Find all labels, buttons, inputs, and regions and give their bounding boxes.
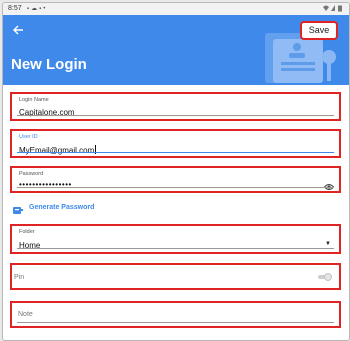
app-header: New Login Save bbox=[3, 15, 349, 85]
login-name-field[interactable]: Login Name Capitalone.com bbox=[10, 92, 341, 121]
folder-label: Folder bbox=[19, 229, 35, 235]
pin-toggle[interactable] bbox=[318, 273, 332, 281]
note-field[interactable]: Note bbox=[10, 301, 341, 328]
pin-label: Pin bbox=[14, 274, 25, 281]
user-id-value: MyEmail@gmail.com bbox=[19, 146, 95, 155]
system-icons bbox=[322, 4, 344, 14]
app-screen: 8:57 ▪☁▪• New Login Save Login Name Capi… bbox=[2, 2, 350, 341]
user-id-label: User ID bbox=[19, 134, 38, 140]
field-underline bbox=[17, 187, 334, 188]
toggle-knob bbox=[324, 273, 332, 281]
save-button[interactable]: Save bbox=[300, 21, 338, 40]
page-title: New Login bbox=[11, 56, 87, 73]
field-underline bbox=[17, 248, 334, 249]
status-bar: 8:57 ▪☁▪• bbox=[3, 3, 349, 15]
field-underline bbox=[17, 115, 334, 116]
field-underline bbox=[17, 152, 334, 153]
pin-row: Pin bbox=[10, 263, 341, 290]
note-label: Note bbox=[18, 311, 33, 318]
field-underline bbox=[17, 322, 334, 323]
generate-password-label: Generate Password bbox=[29, 204, 95, 211]
status-time: 8:57 bbox=[8, 5, 22, 12]
user-id-input[interactable]: MyEmail@gmail.com bbox=[19, 145, 97, 155]
generate-password-icon bbox=[13, 202, 23, 220]
back-arrow-icon[interactable] bbox=[12, 24, 26, 38]
password-label: Password bbox=[19, 171, 44, 177]
password-field[interactable]: Password •••••••••••••••• bbox=[10, 166, 341, 193]
wifi-battery-icon bbox=[323, 5, 342, 12]
folder-dropdown[interactable]: Folder Home ▼ bbox=[10, 224, 341, 254]
login-name-label: Login Name bbox=[19, 97, 49, 103]
user-id-field[interactable]: User ID MyEmail@gmail.com bbox=[10, 129, 341, 158]
notification-icons: ▪☁▪• bbox=[27, 6, 48, 12]
dropdown-arrow-icon[interactable]: ▼ bbox=[325, 241, 331, 247]
